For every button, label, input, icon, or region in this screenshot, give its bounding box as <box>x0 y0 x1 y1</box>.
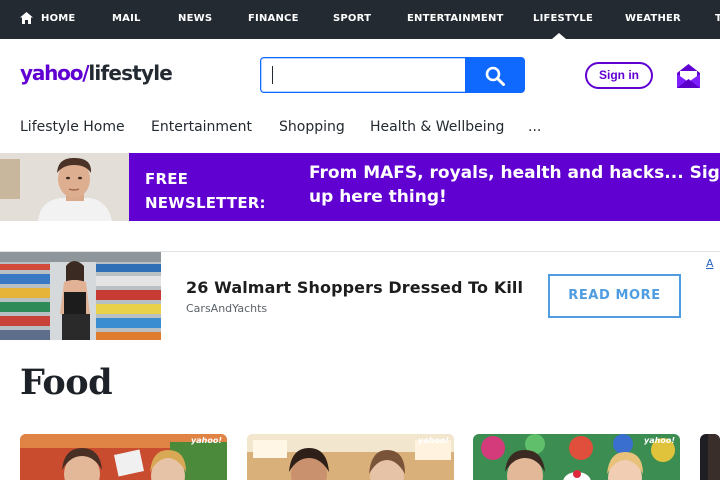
nav-news-link[interactable]: NEWS <box>178 13 212 24</box>
nav-more-link[interactable]: T <box>715 13 720 24</box>
ad-source: CarsAndYachts <box>186 302 268 315</box>
newsletter-label-line1: FREE <box>145 170 189 188</box>
nav-mail-link[interactable]: MAIL <box>112 13 141 24</box>
search-field[interactable] <box>260 57 466 93</box>
banner-photo <box>0 153 129 221</box>
subnav-lifestyle-home[interactable]: Lifestyle Home <box>20 119 125 135</box>
subnav-entertainment[interactable]: Entertainment <box>151 119 252 135</box>
logo-section: lifestyle <box>88 61 173 85</box>
home-icon <box>20 12 33 24</box>
nav-finance-link[interactable]: FINANCE <box>248 13 299 24</box>
yahoo-watermark: yahoo! <box>191 436 222 445</box>
nav-sport-link[interactable]: SPORT <box>333 13 371 24</box>
top-navigation-bar: HOME MAIL NEWS FINANCE SPORT ENTERTAINME… <box>0 0 720 39</box>
yahoo-watermark: yahoo! <box>644 436 675 445</box>
subnav-health-wellbeing[interactable]: Health & Wellbeing <box>370 119 504 135</box>
read-more-button[interactable]: READ MORE <box>548 274 681 318</box>
newsletter-banner[interactable]: FREE NEWSLETTER: From MAFS, royals, heal… <box>0 153 720 221</box>
article-card[interactable] <box>700 434 720 480</box>
subnav-shopping[interactable]: Shopping <box>279 119 345 135</box>
text-cursor <box>272 66 273 84</box>
yahoo-watermark: yahoo! <box>418 436 449 445</box>
mail-icon[interactable] <box>677 63 700 88</box>
active-nav-indicator <box>552 33 566 39</box>
article-card[interactable]: yahoo! <box>20 434 227 480</box>
ad-choices-link[interactable]: A <box>706 257 714 270</box>
newsletter-headline[interactable]: From MAFS, royals, health and hacks... S… <box>309 161 720 209</box>
search-input[interactable] <box>261 58 466 92</box>
article-card[interactable]: yahoo! <box>247 434 454 480</box>
newsletter-label-line2: NEWSLETTER: <box>145 194 266 212</box>
yahoo-lifestyle-logo[interactable]: yahoo/lifestyle <box>20 61 173 85</box>
sign-in-button[interactable]: Sign in <box>585 62 653 89</box>
nav-home-link[interactable]: HOME <box>41 13 75 24</box>
article-card[interactable]: yahoo! <box>473 434 680 480</box>
search-icon <box>485 66 505 86</box>
ad-image[interactable] <box>0 252 161 340</box>
nav-entertainment-link[interactable]: ENTERTAINMENT <box>407 13 504 24</box>
subnav-more-button[interactable]: ... <box>528 119 541 135</box>
ad-title[interactable]: 26 Walmart Shoppers Dressed To Kill <box>186 278 523 297</box>
nav-lifestyle-link[interactable]: LIFESTYLE <box>533 13 593 24</box>
article-thumbnail <box>700 434 720 480</box>
newsletter-label: FREE NEWSLETTER: <box>145 167 266 215</box>
nav-weather-link[interactable]: WEATHER <box>625 13 681 24</box>
page-title: Food <box>20 362 113 403</box>
logo-brand: yahoo <box>20 61 83 85</box>
search-button[interactable] <box>465 57 525 93</box>
